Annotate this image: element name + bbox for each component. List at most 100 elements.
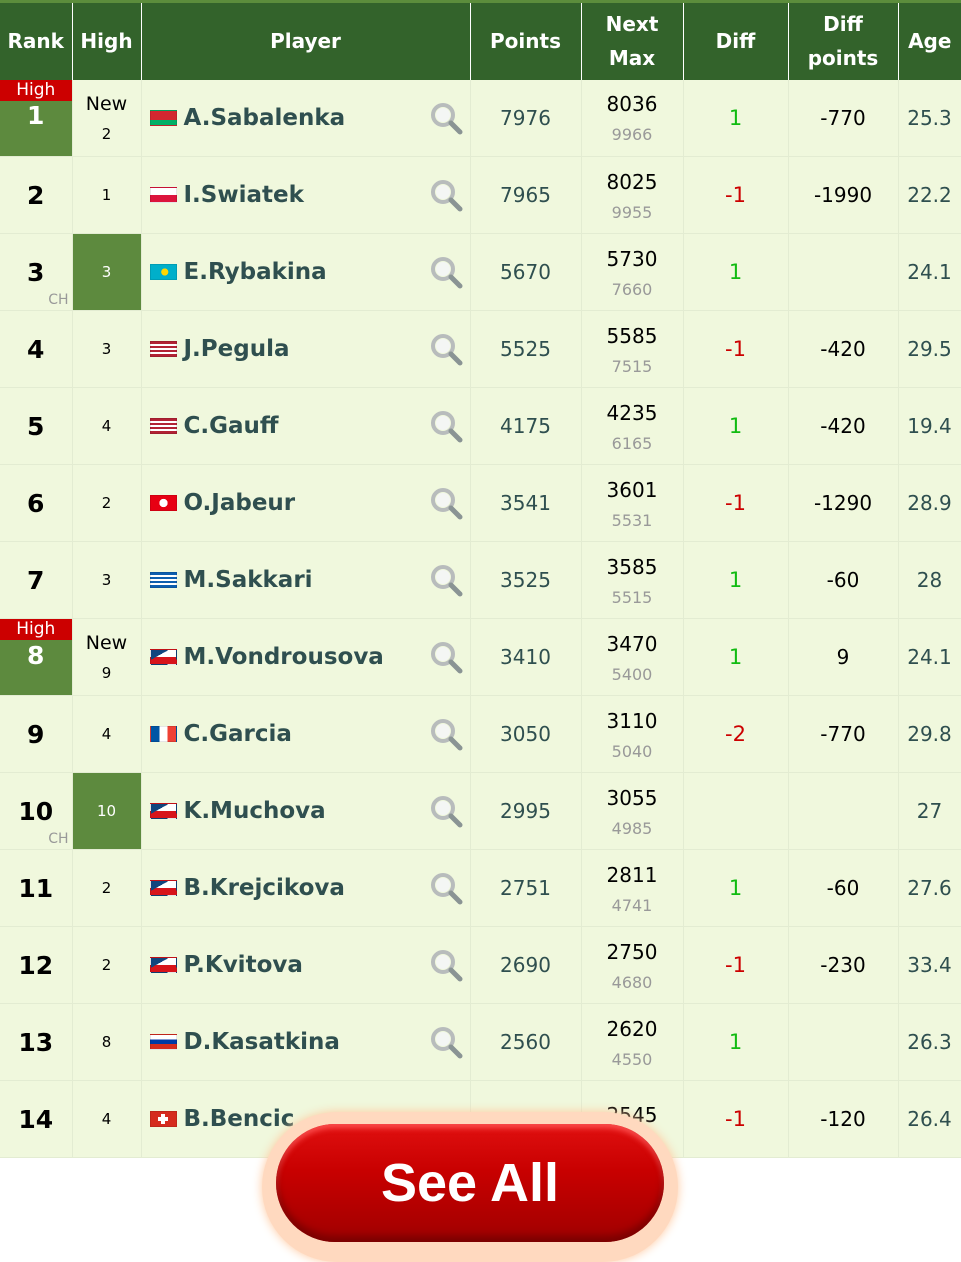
search-icon[interactable]: [430, 487, 464, 521]
high-value: 3: [101, 263, 112, 281]
table-row[interactable]: 4 3 J.Pegula 5525 5585 7515 -1 -420 29.5: [0, 310, 961, 388]
search-icon[interactable]: [430, 333, 464, 367]
next-max-cell: 8025 9955: [581, 156, 684, 234]
table-row[interactable]: High 1 New 2 A.Sabalenka 7976 8036 9966 1 -770 25.…: [0, 79, 961, 157]
flag-france-icon: [149, 726, 177, 742]
rank-cell: 12: [0, 926, 73, 1004]
header-age[interactable]: Age: [898, 2, 961, 80]
search-icon[interactable]: [430, 872, 464, 906]
table-row[interactable]: 11 2 B.Krejcikova 2751 2811 4741 1 -60 27.6: [0, 849, 961, 927]
table-row[interactable]: 2 1 I.Swiatek 7965 8025 9955 -1 -1990 22.2: [0, 156, 961, 234]
player-name-link[interactable]: M.Sakkari: [184, 567, 313, 593]
points-value: 7965: [470, 156, 582, 234]
age-value: 29.8: [898, 695, 961, 773]
see-all-button[interactable]: See All: [276, 1124, 664, 1242]
player-name-link[interactable]: J.Pegula: [184, 336, 290, 362]
high-value: 9: [101, 664, 112, 682]
next-max-cell: 3110 5040: [581, 695, 684, 773]
search-icon[interactable]: [430, 179, 464, 213]
rank-cell: 7: [0, 541, 73, 619]
flag-poland-icon: [149, 187, 177, 203]
table-row[interactable]: 9 4 C.Garcia 3050 3110 5040 -2 -770 29.8: [0, 695, 961, 773]
diff-value: -1: [683, 464, 789, 542]
rank-value: 12: [18, 950, 54, 980]
age-value: 22.2: [898, 156, 961, 234]
max-points: 5515: [611, 587, 653, 607]
header-points[interactable]: Points: [470, 1, 582, 80]
search-icon[interactable]: [430, 718, 464, 752]
player-name-link[interactable]: K.Muchova: [184, 798, 326, 824]
diff-points-value: -420: [788, 310, 899, 388]
high-value: 3: [101, 571, 112, 589]
search-icon[interactable]: [430, 410, 464, 444]
player-cell: C.Gauff: [141, 387, 471, 465]
header-row: Rank High Player Points Next Max Diff Dif…: [0, 1, 961, 80]
flag-czech-icon: [149, 803, 177, 819]
age-value: 27: [898, 772, 961, 850]
search-icon[interactable]: [430, 102, 464, 136]
points-value: 4175: [470, 387, 582, 465]
points-value: 3410: [470, 618, 582, 696]
max-points: 5040: [611, 741, 653, 761]
table-row[interactable]: 6 2 O.Jabeur 3541 3601 5531 -1 -1290 28.9: [0, 464, 961, 542]
table-row[interactable]: 5 4 C.Gauff 4175 4235 6165 1 -420 19.4: [0, 387, 961, 465]
player-name-link[interactable]: O.Jabeur: [184, 490, 296, 516]
player-name-link[interactable]: I.Swiatek: [184, 182, 304, 208]
next-points: 3055: [606, 785, 658, 810]
high-cell: 3: [72, 310, 142, 388]
table-row[interactable]: 13 8 D.Kasatkina 2560 2620 4550 1 26.3: [0, 1003, 961, 1081]
search-icon[interactable]: [430, 795, 464, 829]
rank-cell: 10 CH: [0, 772, 73, 850]
next-points: 8036: [606, 92, 658, 117]
player-name-link[interactable]: C.Garcia: [184, 721, 292, 747]
max-points: 7660: [611, 279, 653, 299]
player-name-link[interactable]: D.Kasatkina: [184, 1029, 340, 1055]
next-points: 3110: [606, 708, 658, 733]
table-row[interactable]: 7 3 M.Sakkari 3525 3585 5515 1 -60 28: [0, 541, 961, 619]
ch-label: CH: [48, 292, 69, 308]
player-name-link[interactable]: B.Krejcikova: [184, 875, 345, 901]
header-player[interactable]: Player: [141, 1, 471, 80]
diff-points-value: [788, 1003, 899, 1081]
player-cell: B.Krejcikova: [141, 849, 471, 927]
header-next-max[interactable]: Next Max: [581, 1, 684, 80]
high-value: 4: [101, 1110, 112, 1128]
age-value: 24.1: [898, 233, 961, 311]
player-cell: K.Muchova: [141, 772, 471, 850]
search-icon[interactable]: [430, 564, 464, 598]
search-icon[interactable]: [430, 1026, 464, 1060]
player-name-link[interactable]: C.Gauff: [184, 413, 279, 439]
player-name-link[interactable]: P.Kvitova: [184, 952, 303, 978]
points-value: 3541: [470, 464, 582, 542]
rank-cell: High 1: [0, 79, 73, 157]
header-high[interactable]: High: [72, 1, 142, 80]
table-row[interactable]: 10 CH 10 K.Muchova 2995 3055 4985 27: [0, 772, 961, 850]
header-diff-points[interactable]: Diff points: [788, 1, 899, 80]
age-value: 19.4: [898, 387, 961, 465]
max-points: 5400: [611, 664, 653, 684]
diff-points-value: -770: [788, 695, 899, 773]
age-value: 29.5: [898, 310, 961, 388]
player-cell: M.Sakkari: [141, 541, 471, 619]
search-icon[interactable]: [430, 256, 464, 290]
next-points: 8025: [606, 169, 658, 194]
player-name-link[interactable]: M.Vondrousova: [184, 644, 384, 670]
player-cell: J.Pegula: [141, 310, 471, 388]
diff-value: -1: [683, 1080, 789, 1158]
table-row[interactable]: High 8 New 9 M.Vondrousova 3410 3470 5400 1 9 24.1: [0, 618, 961, 696]
rank-cell: 13: [0, 1003, 73, 1081]
flag-tunisia-icon: [149, 495, 177, 511]
player-name-link[interactable]: B.Bencic: [184, 1106, 295, 1132]
header-rank[interactable]: Rank: [0, 1, 73, 80]
next-max-cell: 2620 4550: [581, 1003, 684, 1081]
search-icon[interactable]: [430, 949, 464, 983]
player-name-link[interactable]: A.Sabalenka: [184, 105, 346, 131]
search-icon[interactable]: [430, 641, 464, 675]
table-row[interactable]: 3 CH 3 E.Rybakina 5670 5730 7660 1 24.1: [0, 233, 961, 311]
rank-value: 13: [18, 1027, 54, 1057]
header-diff-points-1: Diff: [823, 12, 863, 37]
header-diff[interactable]: Diff: [683, 1, 789, 80]
table-row[interactable]: 12 2 P.Kvitova 2690 2750 4680 -1 -230 33.4: [0, 926, 961, 1004]
flag-belarus-icon: [149, 109, 177, 126]
player-name-link[interactable]: E.Rybakina: [184, 259, 327, 285]
